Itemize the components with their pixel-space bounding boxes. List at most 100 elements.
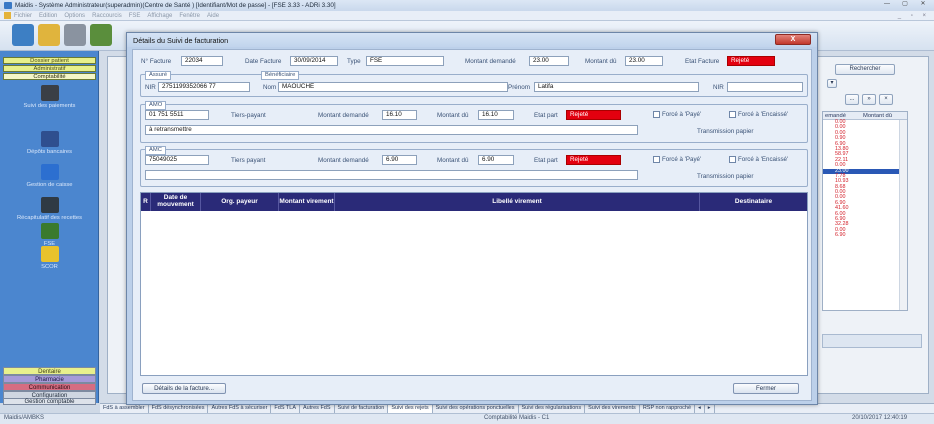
amo-force-paid-checkbox[interactable]: Forcé à 'Payé' xyxy=(653,111,701,118)
tab-item[interactable]: Suivi des virements xyxy=(585,404,640,413)
amo-amount-due-field[interactable]: 16.10 xyxy=(478,110,514,120)
amo-force-cashed-checkbox[interactable]: Forcé à 'Encaissé' xyxy=(729,111,788,118)
insured-nir-field[interactable]: 2751199352066 77 xyxy=(158,82,250,92)
maximize-button[interactable]: ▢ xyxy=(896,0,914,9)
checkbox-box[interactable] xyxy=(653,111,660,118)
col-montant-demande[interactable]: emandé xyxy=(823,112,863,119)
nav-item-depots-bancaires[interactable]: Dépôts bancaires xyxy=(0,131,99,155)
beneficiary-nir-field[interactable] xyxy=(727,82,803,92)
insured-lastname-label: Nom xyxy=(263,84,277,91)
mdi-controls[interactable]: _ ▫ × xyxy=(898,13,930,19)
checkbox-box[interactable] xyxy=(653,156,660,163)
amo-code-field[interactable]: 01 751 5511 xyxy=(145,110,209,120)
amc-note-field[interactable] xyxy=(145,170,638,180)
insured-firstname-field[interactable]: Latifa xyxy=(534,82,699,92)
minimize-button[interactable]: — xyxy=(878,0,896,9)
tab-scroll-left-icon[interactable]: ◂ xyxy=(695,404,705,413)
status-bar: Maidis/AMBKS Comptabilité Maidis - C1 20… xyxy=(0,413,934,424)
col-date-mouvement[interactable]: Date de mouvement xyxy=(151,193,201,211)
col-libelle-virement[interactable]: Libellé virement xyxy=(335,193,700,211)
amo-amount-requested-field[interactable]: 16.10 xyxy=(382,110,417,120)
close-dialog-button[interactable]: Fermer xyxy=(733,383,799,394)
insured-nir-label: NIR xyxy=(145,84,156,91)
invoice-type-field[interactable]: FSE xyxy=(366,56,444,66)
dropdown-arrow-icon[interactable]: ▾ xyxy=(827,79,837,88)
app-logo-icon xyxy=(4,2,12,9)
invoice-amount-due-field[interactable]: 23.00 xyxy=(625,56,663,66)
nav-comptabilite[interactable]: Comptabilité xyxy=(3,73,96,80)
menu-edition[interactable]: Edition xyxy=(39,13,57,19)
invoice-amount-requested-field[interactable]: 23.00 xyxy=(529,56,569,66)
search-button[interactable]: Rechercher xyxy=(835,64,895,75)
toolbar-app-icon[interactable] xyxy=(90,24,112,46)
col-montant-du[interactable]: Montant dû xyxy=(863,112,903,119)
amo-status-field[interactable]: Rejeté xyxy=(566,110,621,120)
window-title: Maidis - Système Administrateur(superadm… xyxy=(15,2,336,9)
checkbox-label: Forcé à 'Payé' xyxy=(662,156,702,163)
nav-dentaire[interactable]: Dentaire xyxy=(3,367,96,375)
amc-code-field[interactable]: 75049025 xyxy=(145,155,209,165)
amo-note-field[interactable]: à retransmettre xyxy=(145,125,638,135)
dialog-close-button[interactable]: X xyxy=(775,34,811,45)
dialog-body: N° Facture 22034 Date Facture 30/09/2014… xyxy=(132,49,812,401)
col-montant-virement[interactable]: Montant virement xyxy=(279,193,335,211)
nav-pharmacie[interactable]: Pharmacie xyxy=(3,375,96,383)
menu-raccourcis[interactable]: Raccourcis xyxy=(92,13,122,19)
insured-lastname-field[interactable]: MAOUCHE xyxy=(278,82,508,92)
cash-register-icon xyxy=(40,164,59,180)
amc-force-cashed-checkbox[interactable]: Forcé à 'Encaissé' xyxy=(729,156,788,163)
amc-amount-requested-field[interactable]: 6.90 xyxy=(382,155,417,165)
checkbox-box[interactable] xyxy=(729,111,736,118)
amc-status-field[interactable]: Rejeté xyxy=(566,155,621,165)
window-controls: — ▢ ✕ xyxy=(878,0,932,9)
tab-item[interactable]: RSP non rapproché xyxy=(640,404,696,413)
amc-force-paid-checkbox[interactable]: Forcé à 'Payé' xyxy=(653,156,701,163)
nav-communication[interactable]: Communication xyxy=(3,383,96,391)
nav-administratif[interactable]: Administratif xyxy=(3,65,96,72)
menu-affichage[interactable]: Affichage xyxy=(147,13,172,19)
tab-item[interactable]: FdS à assembler xyxy=(100,404,149,413)
toolbar-print-icon[interactable] xyxy=(64,24,86,46)
nav-item-fse[interactable]: FSE xyxy=(0,223,99,247)
tab-item[interactable]: Suivi des opérations ponctuelles xyxy=(433,404,519,413)
invoice-number-field[interactable]: 22034 xyxy=(181,56,223,66)
nav-item-recapitulatif[interactable]: Récapitulatif des recettes xyxy=(0,197,99,221)
list-item[interactable]: 6.90 xyxy=(823,232,907,238)
next-button[interactable]: » xyxy=(862,94,876,105)
nav-item-suivi-paiements[interactable]: Suivi des paiements xyxy=(0,85,99,109)
nav-dossier-patient[interactable]: Dossier patient xyxy=(3,57,96,64)
tab-item[interactable]: Suivi des rejets xyxy=(388,404,433,413)
amc-amount-due-field[interactable]: 6.90 xyxy=(478,155,514,165)
invoice-date-field[interactable]: 30/09/2014 xyxy=(290,56,338,66)
col-destinataire[interactable]: Destinataire xyxy=(700,193,807,211)
clear-button[interactable]: × xyxy=(879,94,893,105)
menu-fichier[interactable]: Fichier xyxy=(14,13,32,19)
transfers-grid[interactable]: R Date de mouvement Org. payeur Montant … xyxy=(140,192,808,376)
grid-corner[interactable]: R xyxy=(141,193,151,211)
nav-item-gestion-caisse[interactable]: Gestion de caisse xyxy=(0,164,99,188)
menu-app-icon xyxy=(4,12,11,19)
invoice-status-field[interactable]: Rejeté xyxy=(727,56,775,66)
menu-fenetre[interactable]: Fenêtre xyxy=(179,13,200,19)
checkbox-box[interactable] xyxy=(729,156,736,163)
close-window-button[interactable]: ✕ xyxy=(914,0,932,9)
tab-scroll-right-icon[interactable]: ▸ xyxy=(705,404,715,413)
toolbar-tools-icon[interactable] xyxy=(38,24,60,46)
menu-aide[interactable]: Aide xyxy=(207,13,219,19)
toolbar-home-icon[interactable] xyxy=(12,24,34,46)
more-button[interactable]: ... xyxy=(845,94,859,105)
tab-item[interactable]: Autres FdS à sécuriser xyxy=(208,404,272,413)
amounts-list[interactable]: emandé Montant dû 0.00 0.00 0.00 0.90 6.90 13… xyxy=(822,111,908,311)
tab-item[interactable]: FdS TLA xyxy=(271,404,301,413)
nav-item-scor[interactable]: SCOR xyxy=(0,246,99,270)
col-org-payeur[interactable]: Org. payeur xyxy=(201,193,279,211)
tab-item[interactable]: Autres FdS xyxy=(300,404,335,413)
menu-fse[interactable]: FSE xyxy=(129,13,141,19)
invoice-details-button[interactable]: Détails de la facture... xyxy=(142,383,226,394)
tab-item[interactable]: Suivi des régularisations xyxy=(519,404,586,413)
tab-item[interactable]: Suivi de facturation xyxy=(335,404,389,413)
menu-options[interactable]: Options xyxy=(64,13,85,19)
nav-gestion-comptable[interactable]: Gestion comptable xyxy=(3,398,96,405)
amounts-list-scrollbar[interactable] xyxy=(899,120,907,310)
tab-item[interactable]: FdS désynchronisées xyxy=(149,404,209,413)
